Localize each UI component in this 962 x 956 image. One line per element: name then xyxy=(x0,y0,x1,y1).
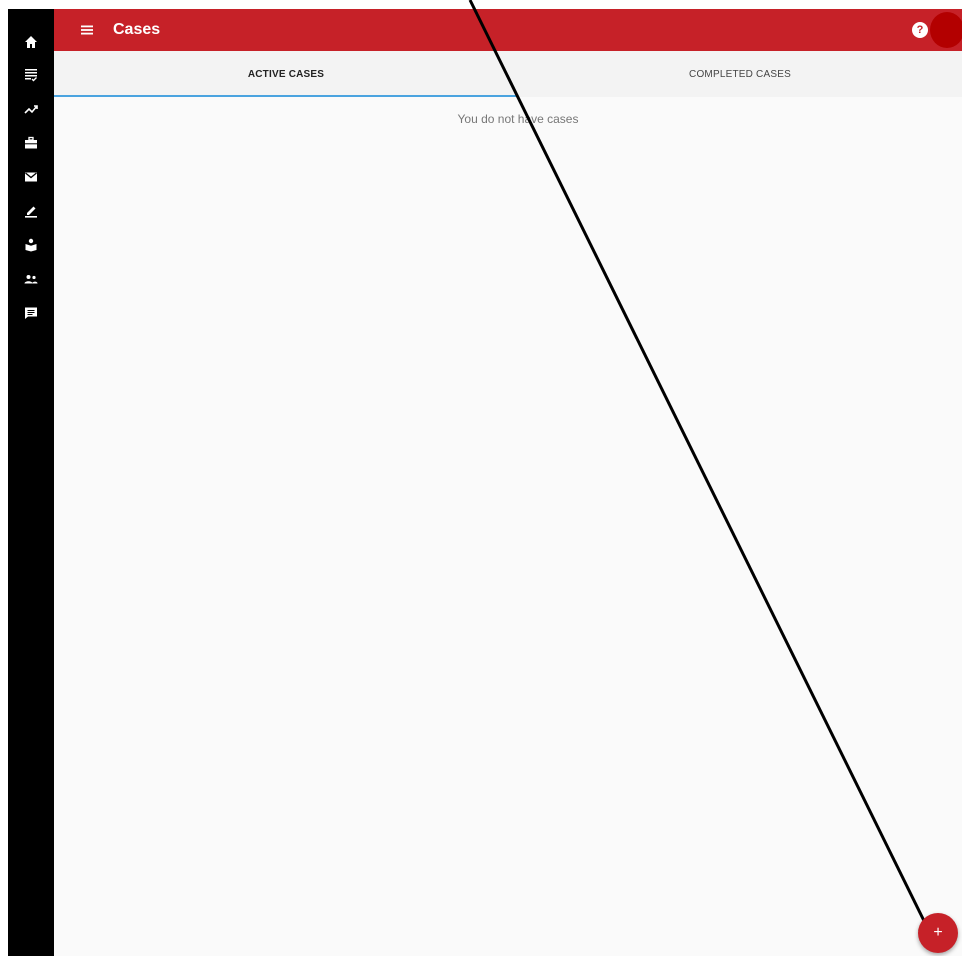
feedback-icon xyxy=(25,307,37,319)
tab-bar: ACTIVE CASES COMPLETED CASES xyxy=(54,51,962,97)
reader-icon xyxy=(25,238,37,252)
avatar[interactable] xyxy=(930,12,962,48)
edit-icon xyxy=(25,206,37,218)
sidebar-item-home[interactable] xyxy=(8,25,54,59)
checklist-icon xyxy=(25,69,37,82)
sidebar-item-checklist[interactable] xyxy=(8,58,54,92)
sidebar-item-trending[interactable] xyxy=(8,92,54,126)
sidebar-item-reader[interactable] xyxy=(8,228,54,262)
help-button[interactable]: ? xyxy=(912,22,928,38)
tab-indicator xyxy=(54,95,518,97)
tab-active-cases[interactable]: ACTIVE CASES xyxy=(54,51,518,97)
main-content: ACTIVE CASES COMPLETED CASES You do not … xyxy=(54,51,962,956)
empty-state-message: You do not have cases xyxy=(457,112,579,126)
menu-button[interactable] xyxy=(80,23,94,37)
mail-icon xyxy=(25,172,37,182)
add-icon: + xyxy=(933,924,943,941)
sidebar-item-edit[interactable] xyxy=(8,194,54,228)
sidebar-item-mail[interactable] xyxy=(8,160,54,194)
add-case-button[interactable]: + xyxy=(918,913,958,953)
people-icon xyxy=(24,275,38,284)
sidebar xyxy=(8,9,54,956)
app-header: Cases ? xyxy=(54,9,962,51)
page-title: Cases xyxy=(113,21,161,38)
sidebar-item-briefcase[interactable] xyxy=(8,126,54,160)
sidebar-item-feedback[interactable] xyxy=(8,296,54,330)
menu-icon xyxy=(81,25,93,35)
home-icon xyxy=(25,36,37,48)
trending-icon xyxy=(24,105,38,114)
tab-completed-cases[interactable]: COMPLETED CASES xyxy=(518,51,962,97)
briefcase-icon xyxy=(25,136,37,149)
sidebar-item-people[interactable] xyxy=(8,262,54,296)
